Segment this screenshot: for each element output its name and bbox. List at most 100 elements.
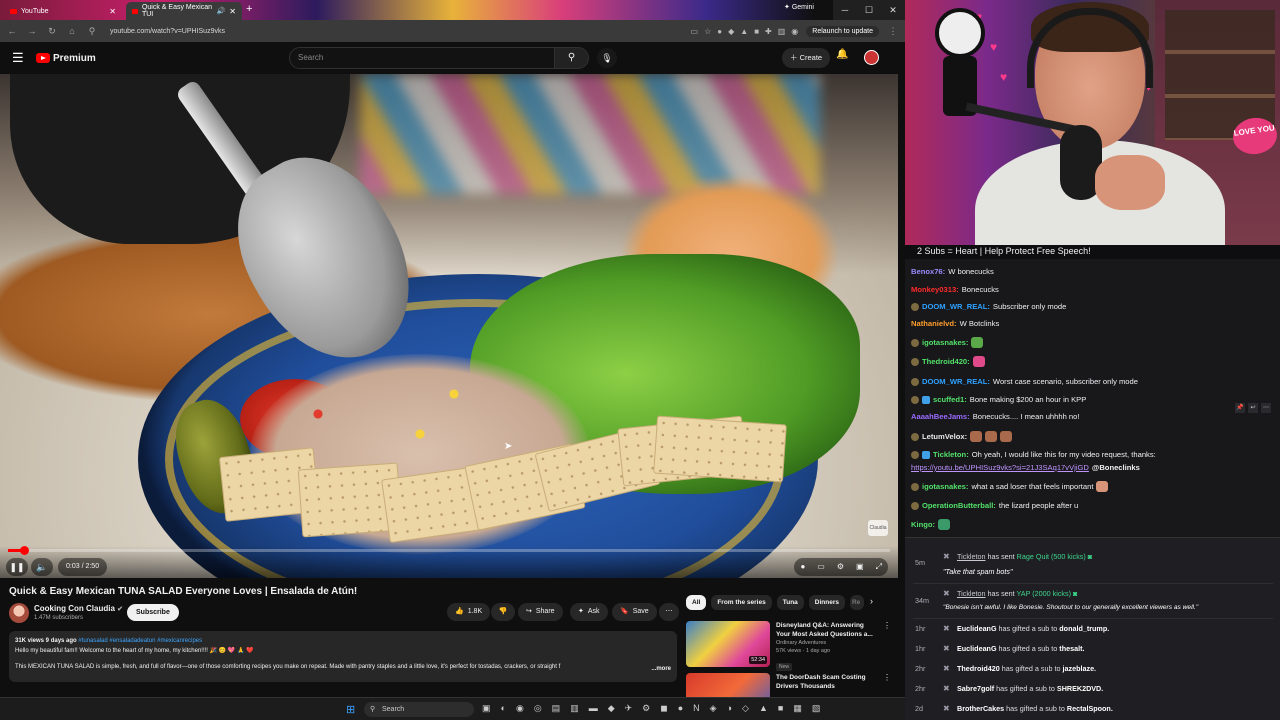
chat-username[interactable]: igotasnakes: — [922, 338, 968, 347]
chrome-icon[interactable]: ◉ — [516, 703, 524, 714]
event-user[interactable]: Tickleton — [957, 589, 986, 598]
event-user[interactable]: EuclideanG — [957, 644, 997, 653]
taskbar-search[interactable]: ⚲ Search — [364, 702, 474, 717]
recommended-video[interactable]: The DoorDash Scam Costing Drivers Thousa… — [686, 673, 891, 697]
folder-icon[interactable]: ▬ — [589, 703, 598, 714]
maximize-icon[interactable]: ☐ — [857, 0, 881, 20]
event-recipient[interactable]: jazeblaze. — [1063, 664, 1097, 673]
reload-icon[interactable]: ↻ — [46, 26, 58, 37]
video-thumbnail[interactable] — [686, 673, 770, 697]
video-title-line[interactable]: Drivers Thousands — [776, 682, 891, 691]
event-user[interactable]: Thedroid420 — [957, 664, 1000, 673]
pin-icon[interactable]: 📌 — [1235, 403, 1245, 413]
chat-username[interactable]: scuffed1: — [933, 395, 967, 404]
subscribe-button[interactable]: Subscribe — [127, 604, 179, 621]
task-view-icon[interactable]: ▣ — [482, 703, 491, 714]
edge-icon[interactable]: ◐ — [501, 703, 506, 714]
new-tab-icon[interactable]: + — [246, 3, 252, 15]
chat-username[interactable]: Kingo: — [911, 520, 935, 529]
dislike-button[interactable]: 👎 — [491, 603, 515, 621]
app-icon[interactable]: ▲ — [759, 703, 768, 714]
like-button[interactable]: 👍 1.8K — [447, 603, 491, 621]
miniplayer-icon[interactable]: ▣ — [856, 558, 864, 576]
channel-name[interactable]: Ordinary Adventures — [776, 639, 891, 647]
tab-youtube[interactable]: YouTube ✕ — [4, 2, 122, 20]
save-button[interactable]: 🔖 Save — [612, 603, 657, 621]
description-box[interactable]: 31K views 9 days ago #tunasalad #ensalad… — [9, 631, 677, 682]
chat-username[interactable]: Benox76: — [911, 267, 945, 276]
account-avatar[interactable] — [864, 50, 879, 65]
create-button[interactable]: ＋ Create — [782, 48, 831, 68]
chat-username[interactable]: Monkey0313: — [911, 285, 959, 294]
windows-start-icon[interactable]: ⊞ — [346, 703, 355, 716]
event-recipient[interactable]: RectalSpoon. — [1067, 704, 1113, 713]
hashtags[interactable]: #tunasalad #ensaladadeatun #mexicanrecip… — [78, 638, 202, 644]
event-recipient[interactable]: thesalt. — [1059, 644, 1084, 653]
back-icon[interactable]: ← — [6, 26, 18, 36]
profile-icon[interactable]: ◉ — [791, 27, 798, 36]
chat-username[interactable]: LetumVelox: — [922, 432, 967, 441]
extension-icon[interactable]: ● — [717, 27, 722, 36]
app-icon[interactable]: ▥ — [570, 703, 579, 714]
pause-icon[interactable]: ❚❚ — [6, 558, 28, 576]
home-icon[interactable]: ⌂ — [66, 26, 78, 36]
browser-menu-icon[interactable]: ⋮ — [887, 26, 899, 37]
chat-username[interactable]: DOOM_WR_REAL: — [922, 302, 990, 311]
app-icon[interactable]: N — [693, 703, 700, 714]
chevron-right-icon[interactable]: › — [870, 596, 873, 606]
volume-icon[interactable]: 🔈 — [31, 558, 53, 576]
chat-username[interactable]: igotasnakes: — [922, 482, 968, 491]
app-icon[interactable]: ⚙ — [642, 703, 650, 714]
notifications-bell-icon[interactable]: 🔔 — [836, 49, 848, 60]
chip-all[interactable]: All — [686, 595, 707, 610]
minimize-icon[interactable]: ─ — [833, 0, 857, 20]
app-icon[interactable]: ▤ — [552, 703, 561, 714]
progress-scrubber[interactable] — [19, 546, 29, 555]
more-icon[interactable]: ⋯ — [1261, 403, 1271, 413]
app-icon[interactable]: ◎ — [534, 703, 542, 714]
ask-button[interactable]: ✦ Ask — [570, 603, 608, 621]
video-title-line[interactable]: Your Most Asked Questions a... — [776, 630, 891, 639]
channel-watermark[interactable]: Claudia — [868, 520, 888, 536]
event-user[interactable]: Tickleton — [957, 552, 986, 561]
more-options-icon[interactable]: ⋮ — [883, 673, 891, 682]
settings-gear-icon[interactable]: ⚙ — [837, 558, 844, 576]
channel-avatar[interactable] — [9, 603, 29, 623]
forward-icon[interactable]: → — [26, 26, 38, 36]
site-info-icon[interactable]: ⚲ — [86, 26, 98, 37]
chat-username[interactable]: Tickleton: — [933, 450, 969, 459]
video-player[interactable]: Claudia ➤ — [0, 74, 898, 578]
recommended-video[interactable]: 52:34 Disneyland Q&A: Answering Your Mos… — [686, 621, 891, 673]
app-icon[interactable]: ◼ — [660, 703, 667, 714]
app-icon[interactable]: ■ — [778, 703, 783, 714]
app-icon[interactable]: ▦ — [793, 703, 802, 714]
chat-username[interactable]: Nathanielvd: — [911, 319, 957, 328]
app-icon[interactable]: ◇ — [742, 703, 749, 714]
close-tab-icon[interactable]: ✕ — [229, 7, 236, 16]
video-title-line[interactable]: The DoorDash Scam Costing — [776, 673, 891, 682]
close-tab-icon[interactable]: ✕ — [109, 7, 116, 16]
youtube-logo[interactable]: Premium — [36, 53, 96, 64]
video-thumbnail[interactable]: 52:34 — [686, 621, 770, 667]
chip-tuna[interactable]: Tuna — [776, 595, 804, 610]
autoplay-toggle-icon[interactable]: ● — [800, 558, 805, 576]
show-more-link[interactable]: ...more — [651, 664, 671, 674]
search-input[interactable]: Search — [289, 47, 555, 69]
extension-icon[interactable]: ■ — [754, 27, 759, 36]
progress-bar[interactable] — [8, 546, 890, 555]
chat-mention[interactable]: @Boneclinks — [1092, 463, 1140, 472]
event-recipient[interactable]: SHREK2DVD. — [1057, 684, 1103, 693]
spotify-icon[interactable]: ● — [678, 703, 683, 714]
tab-gemini[interactable]: ✦ Gemini — [784, 3, 814, 11]
subtitles-icon[interactable]: ▭ — [817, 558, 825, 576]
app-icon[interactable]: ✈ — [625, 703, 633, 714]
reply-icon[interactable]: ↩ — [1248, 403, 1258, 413]
relaunch-button[interactable]: Relaunch to update — [806, 25, 879, 37]
video-title-line[interactable]: Disneyland Q&A: Answering — [776, 621, 891, 630]
chat-username[interactable]: AaaahBeeJams: — [911, 412, 970, 421]
app-icon[interactable]: ◑ — [727, 703, 732, 714]
app-icon[interactable]: ▧ — [812, 703, 821, 714]
chat-link[interactable]: https://youtu.be/UPHISuz9vks?si=21J3SAq1… — [911, 463, 1089, 472]
app-icon[interactable]: ◆ — [608, 703, 615, 714]
bookmark-star-icon[interactable]: ☆ — [704, 27, 711, 36]
